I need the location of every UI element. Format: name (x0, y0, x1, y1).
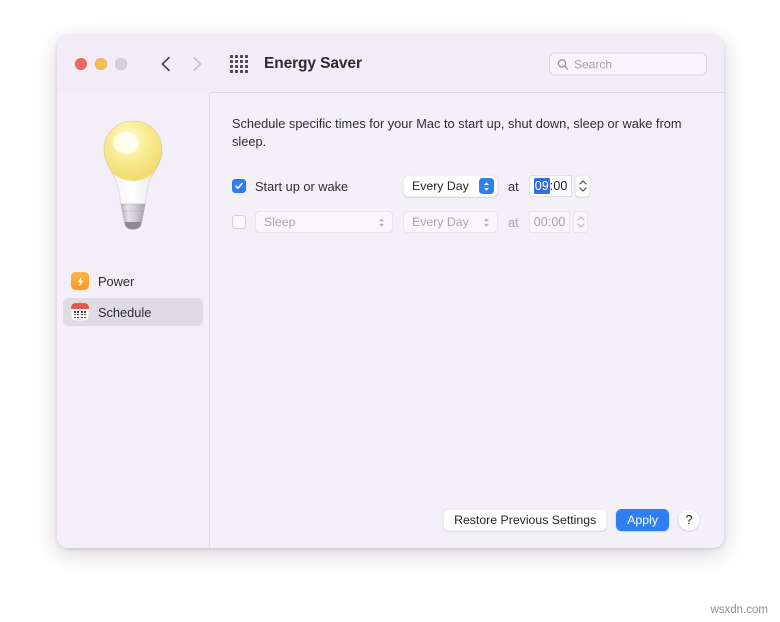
schedule-row-startup: Start up or wake Every Day at 09:00 (232, 173, 700, 199)
schedule-description: Schedule specific times for your Mac to … (232, 116, 682, 150)
restore-previous-settings-button[interactable]: Restore Previous Settings (443, 509, 608, 531)
back-button[interactable] (152, 51, 178, 77)
startup-time-field[interactable]: 09:00 (528, 175, 573, 198)
sleep-action-value: Sleep (264, 215, 296, 230)
sidebar-item-schedule[interactable]: Schedule (63, 298, 203, 326)
close-window-button[interactable] (75, 58, 87, 70)
stepper-up-icon[interactable] (579, 180, 587, 185)
chevron-up-down-icon (374, 214, 389, 230)
stepper-down-icon[interactable] (577, 223, 585, 228)
startup-or-wake-checkbox[interactable] (232, 179, 246, 194)
sidebar: Power Schedule (57, 93, 210, 548)
sleep-checkbox[interactable] (232, 215, 246, 230)
chevron-up-down-icon (479, 214, 494, 230)
minimize-window-button[interactable] (95, 58, 107, 70)
window-title: Energy Saver (264, 55, 362, 72)
sleep-day-value: Every Day (412, 215, 469, 230)
startup-at-label: at (508, 178, 519, 194)
startup-day-value: Every Day (412, 179, 469, 194)
sleep-time-control: 00:00 (528, 211, 589, 234)
forward-button[interactable] (184, 51, 210, 77)
sleep-day-popup[interactable]: Every Day (403, 211, 498, 234)
sidebar-item-label: Power (98, 273, 135, 289)
traffic-light-buttons (75, 58, 127, 70)
sidebar-item-power[interactable]: Power (63, 267, 203, 295)
startup-or-wake-label: Start up or wake (255, 178, 349, 194)
chevron-up-down-icon (479, 178, 494, 195)
energy-saver-window: Energy Saver Search Power Schedule Sched… (57, 35, 724, 548)
power-bolt-icon (71, 272, 89, 290)
sleep-action-popup[interactable]: Sleep (255, 211, 393, 234)
startup-day-popup[interactable]: Every Day (403, 175, 498, 198)
main-content-pane: Schedule specific times for your Mac to … (210, 93, 724, 548)
navigation-buttons (152, 51, 210, 77)
startup-time-hour[interactable]: 09 (533, 178, 550, 195)
grid-icon (230, 55, 248, 73)
light-bulb-illustration (57, 107, 209, 242)
calendar-icon (71, 303, 89, 321)
show-all-preferences-button[interactable] (228, 53, 250, 75)
sleep-time-stepper[interactable] (573, 211, 589, 234)
search-field[interactable] (549, 52, 707, 76)
sidebar-item-list: Power Schedule (57, 267, 209, 326)
sleep-at-label: at (508, 214, 519, 230)
chevron-right-icon (192, 56, 201, 72)
footer-actions: Restore Previous Settings Apply ? (232, 509, 700, 548)
sleep-time-field[interactable]: 00:00 (528, 211, 571, 234)
search-input[interactable] (574, 57, 699, 71)
help-button[interactable]: ? (678, 509, 700, 531)
sleep-time-rest[interactable]: :00 (548, 215, 566, 229)
stepper-up-icon[interactable] (577, 216, 585, 221)
apply-button[interactable]: Apply (616, 509, 669, 531)
schedule-row-sleep: Sleep Every Day at 00:00 (232, 209, 700, 235)
sleep-time-hour[interactable]: 00 (534, 215, 548, 229)
startup-time-stepper[interactable] (575, 175, 591, 198)
startup-time-control: 09:00 (528, 175, 591, 198)
maximize-window-button[interactable] (115, 58, 127, 70)
startup-time-rest[interactable]: :00 (550, 179, 568, 193)
watermark: wsxdn.com (710, 604, 768, 616)
sidebar-item-label: Schedule (98, 304, 152, 320)
checkmark-icon (235, 183, 243, 190)
search-icon (557, 58, 569, 70)
window-body: Power Schedule Schedule specific times f… (57, 93, 724, 548)
window-titlebar: Energy Saver (57, 35, 724, 93)
stepper-down-icon[interactable] (579, 187, 587, 192)
chevron-left-icon (161, 56, 170, 72)
